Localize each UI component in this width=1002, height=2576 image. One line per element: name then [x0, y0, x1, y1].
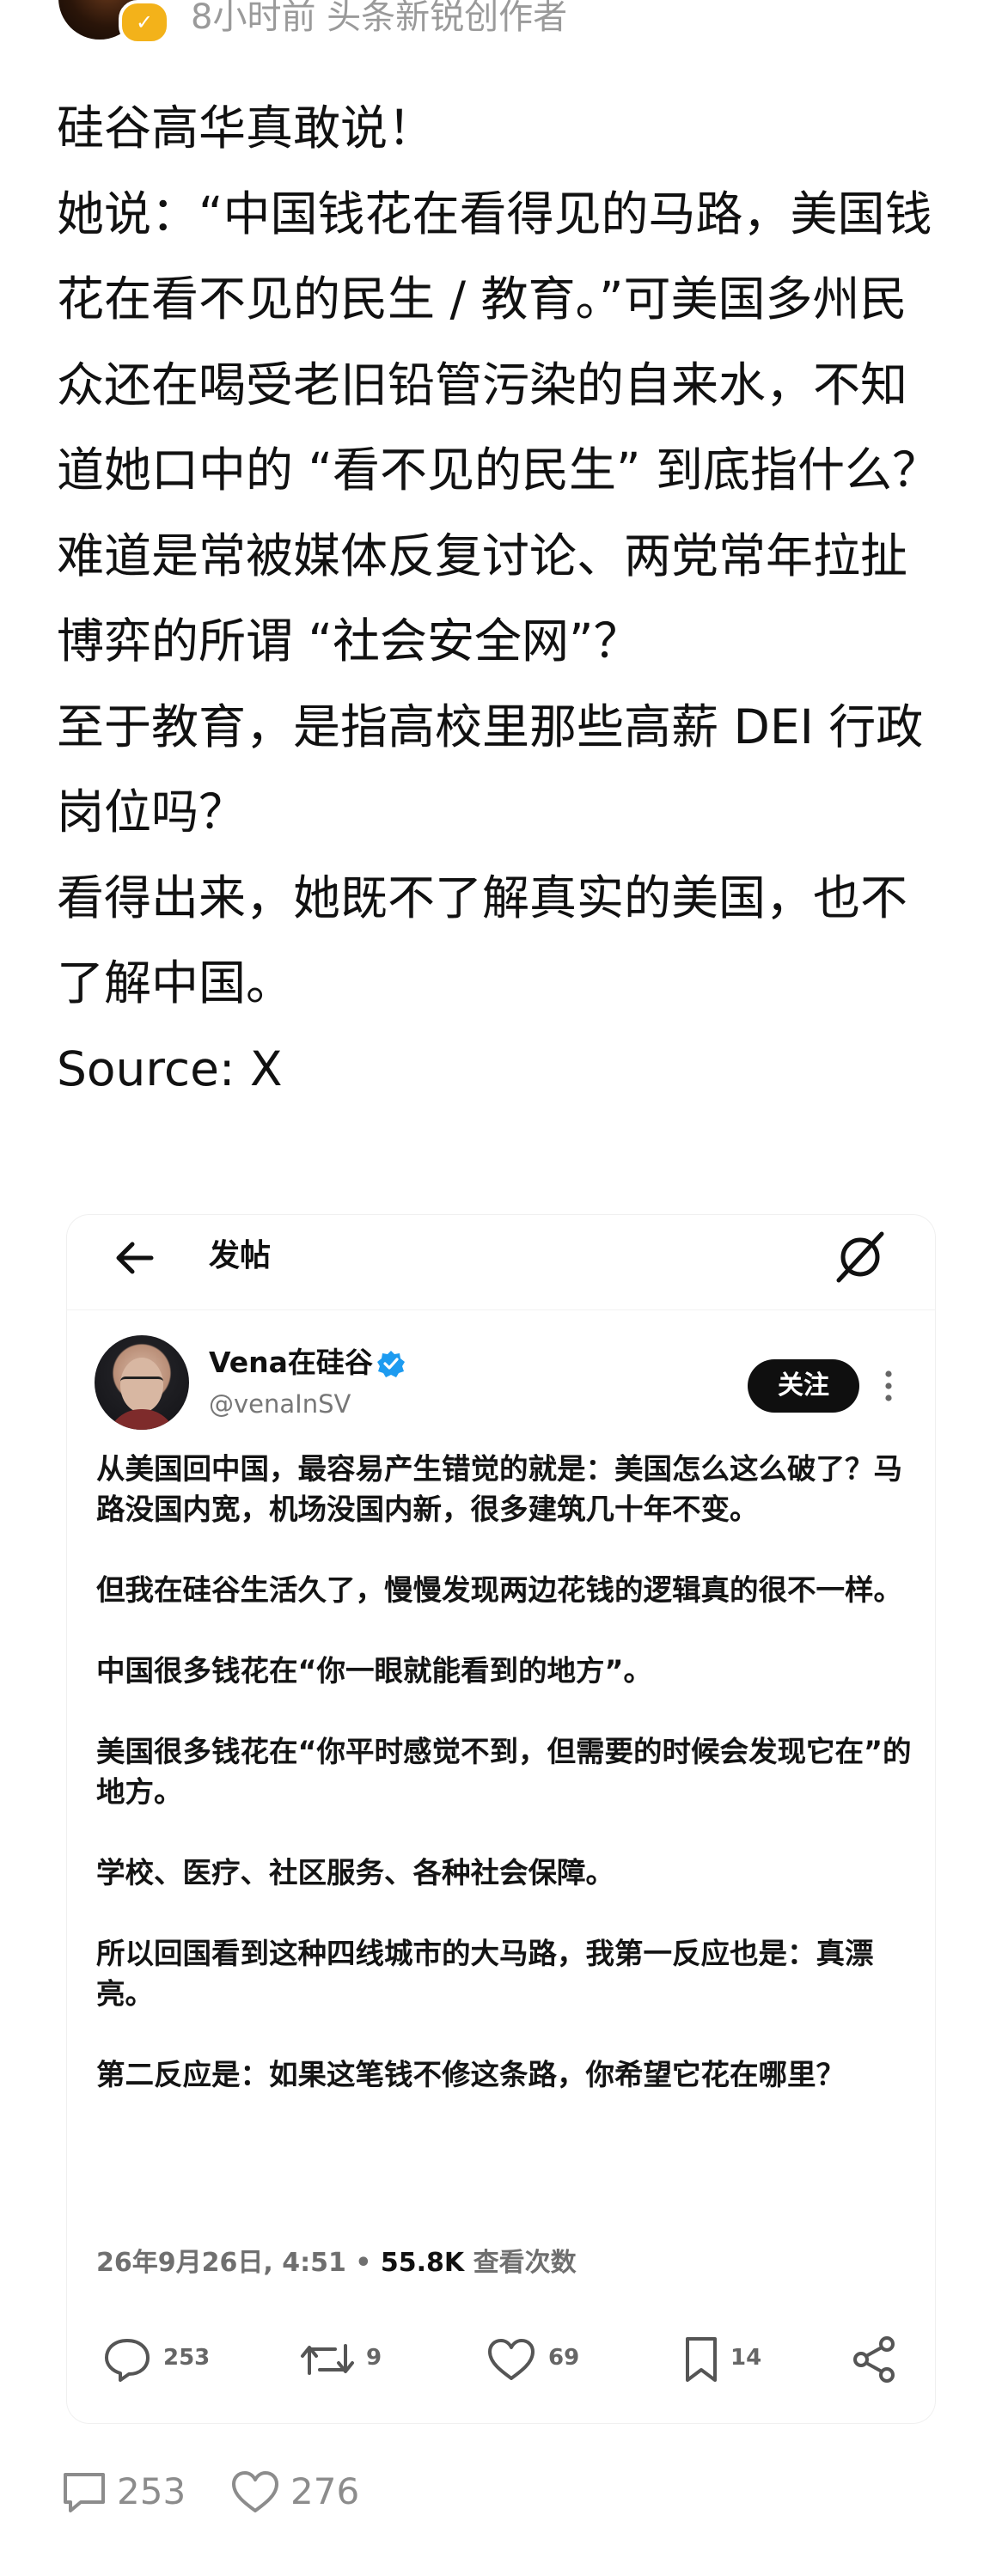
views-label: 查看次数 [464, 2248, 577, 2278]
embed-header: 发帖 [67, 1215, 935, 1310]
post-body: 硅谷高华真敢说！ 她说：“中国钱花在看得见的马路，美国钱花在看不见的民生 / 教… [57, 86, 950, 1112]
follow-button[interactable]: 关注 [748, 1359, 859, 1413]
reply-count: 253 [163, 2345, 211, 2371]
tweet-paragraph: 所以回国看到这种四线城市的大马路，我第一反应也是：真漂亮。 [96, 1937, 874, 2011]
reply-icon [105, 2339, 150, 2382]
like-heart-icon[interactable] [229, 2466, 282, 2518]
comment-icon[interactable] [58, 2466, 110, 2518]
post-paragraph: 硅谷高华真敢说！ [57, 101, 436, 156]
repost-count: 9 [366, 2345, 382, 2371]
verified-badge-icon [377, 1351, 405, 1377]
embed-header-title: 发帖 [209, 1238, 272, 1273]
views-count: 55.8K [380, 2248, 465, 2278]
embed-tweet-body: 从美国回中国，最容易产生错觉的就是：美国怎么这么破了？马路没国内宽，机场没国内新… [96, 1449, 921, 2135]
tweet-paragraph: 从美国回中国，最容易产生错觉的就是：美国怎么这么破了？马路没国内宽，机场没国内新… [96, 1452, 902, 1526]
like-count: 69 [548, 2345, 580, 2371]
repost-icon [301, 2344, 354, 2375]
post-paragraph: 至于教育，是指高校里那些高薪 DEI 行政岗位吗？ [57, 699, 924, 840]
bookmark-action[interactable]: 14 [679, 2332, 773, 2384]
embedded-post-screenshot[interactable]: 发帖 Vena在硅谷 @venaInSV 关注 从美国回中国，最容易产生错觉的就… [67, 1215, 935, 2423]
embed-author-name[interactable]: Vena在硅谷 [209, 1344, 373, 1382]
post-paragraph: 她说：“中国钱花在看得见的马路，美国钱花在看不见的民生 / 教育。”可美国多州民… [57, 186, 939, 669]
repost-action[interactable]: 9 [299, 2332, 394, 2384]
post-footer-stats: 253 276 [0, 2457, 1002, 2526]
tweet-paragraph: 学校、医疗、社区服务、各种社会保障。 [96, 1856, 614, 1889]
tweet-paragraph: 但我在硅谷生活久了，慢慢发现两边花钱的逻辑真的很不一样。 [96, 1573, 902, 1607]
creator-badge-icon: ✓ [119, 0, 170, 45]
comment-count[interactable]: 253 [117, 2466, 186, 2518]
tweet-timestamp: 26年9月26日, 4:51 • [96, 2248, 381, 2278]
bookmark-icon [686, 2337, 717, 2382]
bookmark-count: 14 [730, 2345, 762, 2371]
post-paragraph: 看得出来，她既不了解真实的美国，也不了解中国。 [57, 870, 908, 1011]
share-icon [853, 2336, 895, 2383]
tweet-paragraph: 美国很多钱花在“你平时感觉不到，但需要的时候会发现它在”的地方。 [96, 1735, 912, 1809]
x-grok-logo-icon [836, 1231, 884, 1283]
embed-author-handle: @venaInSV [209, 1389, 351, 1419]
like-action[interactable]: 69 [485, 2332, 588, 2384]
back-arrow-icon [116, 1242, 154, 1274]
share-action[interactable] [849, 2332, 901, 2384]
tweet-meta: 26年9月26日, 4:51 • 55.8K 查看次数 [96, 2244, 577, 2282]
post-source: Source: X [57, 1041, 283, 1096]
tweet-actions: 253 9 69 14 [67, 2332, 935, 2384]
heart-icon [488, 2339, 535, 2380]
post-meta-row: ✓ 8小时前 头条新锐创作者 [0, 0, 1002, 45]
like-count-footer[interactable]: 276 [290, 2466, 359, 2518]
post-meta: 8小时前 头条新锐创作者 [191, 0, 568, 37]
embed-author-avatar[interactable] [95, 1335, 189, 1430]
more-options-icon[interactable] [880, 1368, 897, 1404]
reply-action[interactable]: 253 [101, 2332, 210, 2384]
tweet-paragraph: 第二反应是：如果这笔钱不修这条路，你希望它花在哪里？ [96, 2058, 845, 2091]
tweet-paragraph: 中国很多钱花在“你一眼就能看到的地方”。 [96, 1654, 653, 1688]
